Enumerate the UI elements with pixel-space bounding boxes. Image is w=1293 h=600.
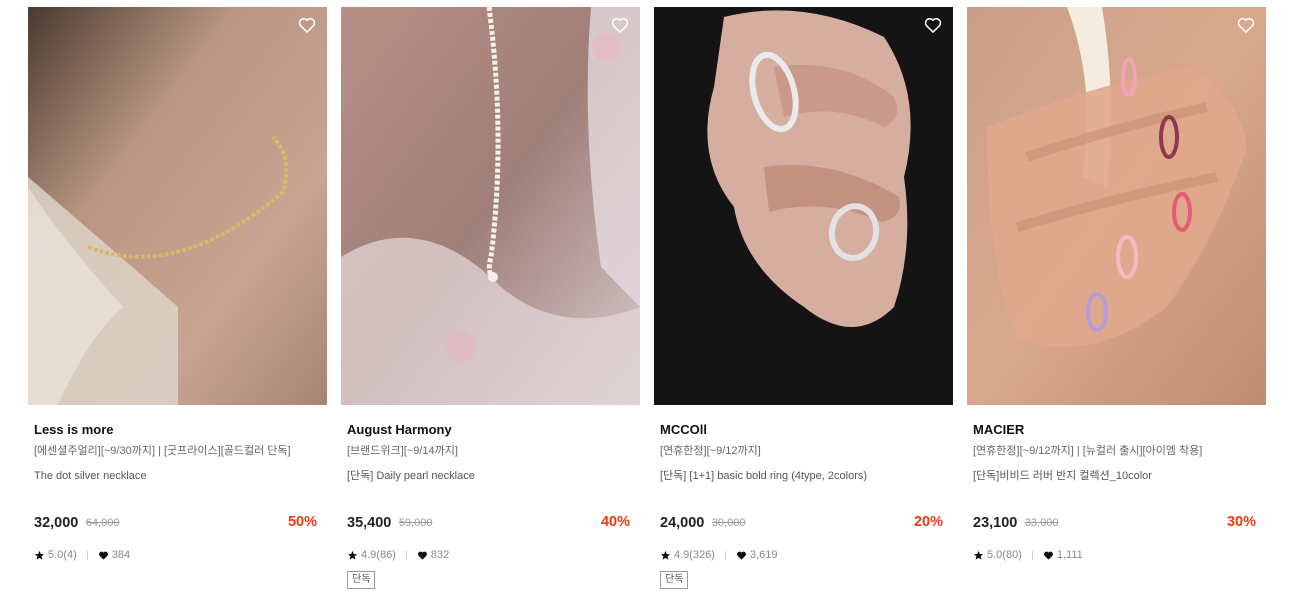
product-meta: 5.0(4) 384 <box>34 548 321 562</box>
price-row: 23,100 33,000 30% <box>973 514 1260 534</box>
promo-text: [에센셜주얼리][~9/30까지] | [굿프라이스][골드컬러 단독] <box>34 445 291 457</box>
like-count: 384 <box>111 549 131 561</box>
product-name[interactable]: [단독]비비드 러버 반지 컬렉션_10color <box>973 469 1260 484</box>
heart-filled-icon <box>736 550 747 561</box>
exclusive-badge: 단독 <box>347 571 376 589</box>
heart-filled-icon <box>1043 550 1054 561</box>
wishlist-heart-icon[interactable] <box>297 15 317 35</box>
price-row: 24,000 30,000 20% <box>660 514 947 534</box>
sale-price: 35,400 <box>347 514 392 531</box>
star-icon <box>34 550 45 561</box>
promo-text: [브랜드위크][~9/14까지] <box>347 445 458 457</box>
rating-value: 4.9(86) <box>361 549 396 561</box>
original-price: 59,000 <box>398 516 433 529</box>
product-grid: Less is more [에센셜주얼리][~9/30까지] | [굿프라이스]… <box>0 0 1293 600</box>
original-price: 30,000 <box>711 516 746 529</box>
sale-price: 24,000 <box>660 514 705 531</box>
product-name[interactable]: [단독] Daily pearl necklace <box>347 469 634 484</box>
divider <box>405 550 407 560</box>
heart-filled-icon <box>98 550 109 561</box>
like-count: 1,111 <box>1056 549 1083 561</box>
exclusive-badge: 단독 <box>660 571 689 589</box>
product-name[interactable]: The dot silver necklace <box>34 469 321 484</box>
promo-text: [연휴한정][~9/12까지] <box>660 445 761 457</box>
divider <box>724 550 726 560</box>
original-price: 33,000 <box>1024 516 1059 529</box>
price-row: 35,400 59,000 40% <box>347 514 634 534</box>
wishlist-heart-icon[interactable] <box>610 15 630 35</box>
heart-filled-icon <box>417 550 428 561</box>
product-card[interactable]: MCCOll [연휴한정][~9/12까지] [단독] [1+1] basic … <box>654 7 953 600</box>
brand-name[interactable]: MACIER <box>973 421 1260 438</box>
product-image[interactable] <box>28 7 327 405</box>
discount-rate: 30% <box>1226 514 1256 530</box>
product-card[interactable]: MACIER [연휴한정][~9/12까지] | [뉴컬러 출시][아이엠 착용… <box>967 7 1266 600</box>
sale-price: 23,100 <box>973 514 1018 531</box>
price-row: 32,000 64,000 50% <box>34 514 321 534</box>
divider <box>1031 550 1033 560</box>
product-card[interactable]: August Harmony [브랜드위크][~9/14까지] [단독] Dai… <box>341 7 640 600</box>
rating-value: 5.0(80) <box>987 549 1022 561</box>
product-meta: 4.9(86) 832 <box>347 548 634 562</box>
like-count: 3,619 <box>749 549 778 561</box>
product-image[interactable] <box>654 7 953 405</box>
sale-price: 32,000 <box>34 514 79 531</box>
discount-rate: 50% <box>287 514 317 530</box>
like-count: 832 <box>430 549 450 561</box>
wishlist-heart-icon[interactable] <box>923 15 943 35</box>
wishlist-heart-icon[interactable] <box>1236 15 1256 35</box>
product-meta: 5.0(80) 1,111 <box>973 548 1260 562</box>
original-price: 64,000 <box>85 516 120 529</box>
star-icon <box>973 550 984 561</box>
product-image[interactable] <box>967 7 1266 405</box>
brand-name[interactable]: Less is more <box>34 421 321 438</box>
product-name[interactable]: [단독] [1+1] basic bold ring (4type, 2colo… <box>660 469 947 484</box>
discount-rate: 20% <box>913 514 943 530</box>
divider <box>86 550 88 560</box>
brand-name[interactable]: MCCOll <box>660 421 947 438</box>
product-card[interactable]: Less is more [에센셜주얼리][~9/30까지] | [굿프라이스]… <box>28 7 327 600</box>
rating-value: 5.0(4) <box>48 549 77 561</box>
star-icon <box>660 550 671 561</box>
product-meta: 4.9(326) 3,619 <box>660 548 947 562</box>
brand-name[interactable]: August Harmony <box>347 421 634 438</box>
discount-rate: 40% <box>600 514 630 530</box>
star-icon <box>347 550 358 561</box>
promo-text: [연휴한정][~9/12까지] | [뉴컬러 출시][아이엠 착용] <box>973 445 1203 457</box>
rating-value: 4.9(326) <box>674 549 715 561</box>
product-image[interactable] <box>341 7 640 405</box>
